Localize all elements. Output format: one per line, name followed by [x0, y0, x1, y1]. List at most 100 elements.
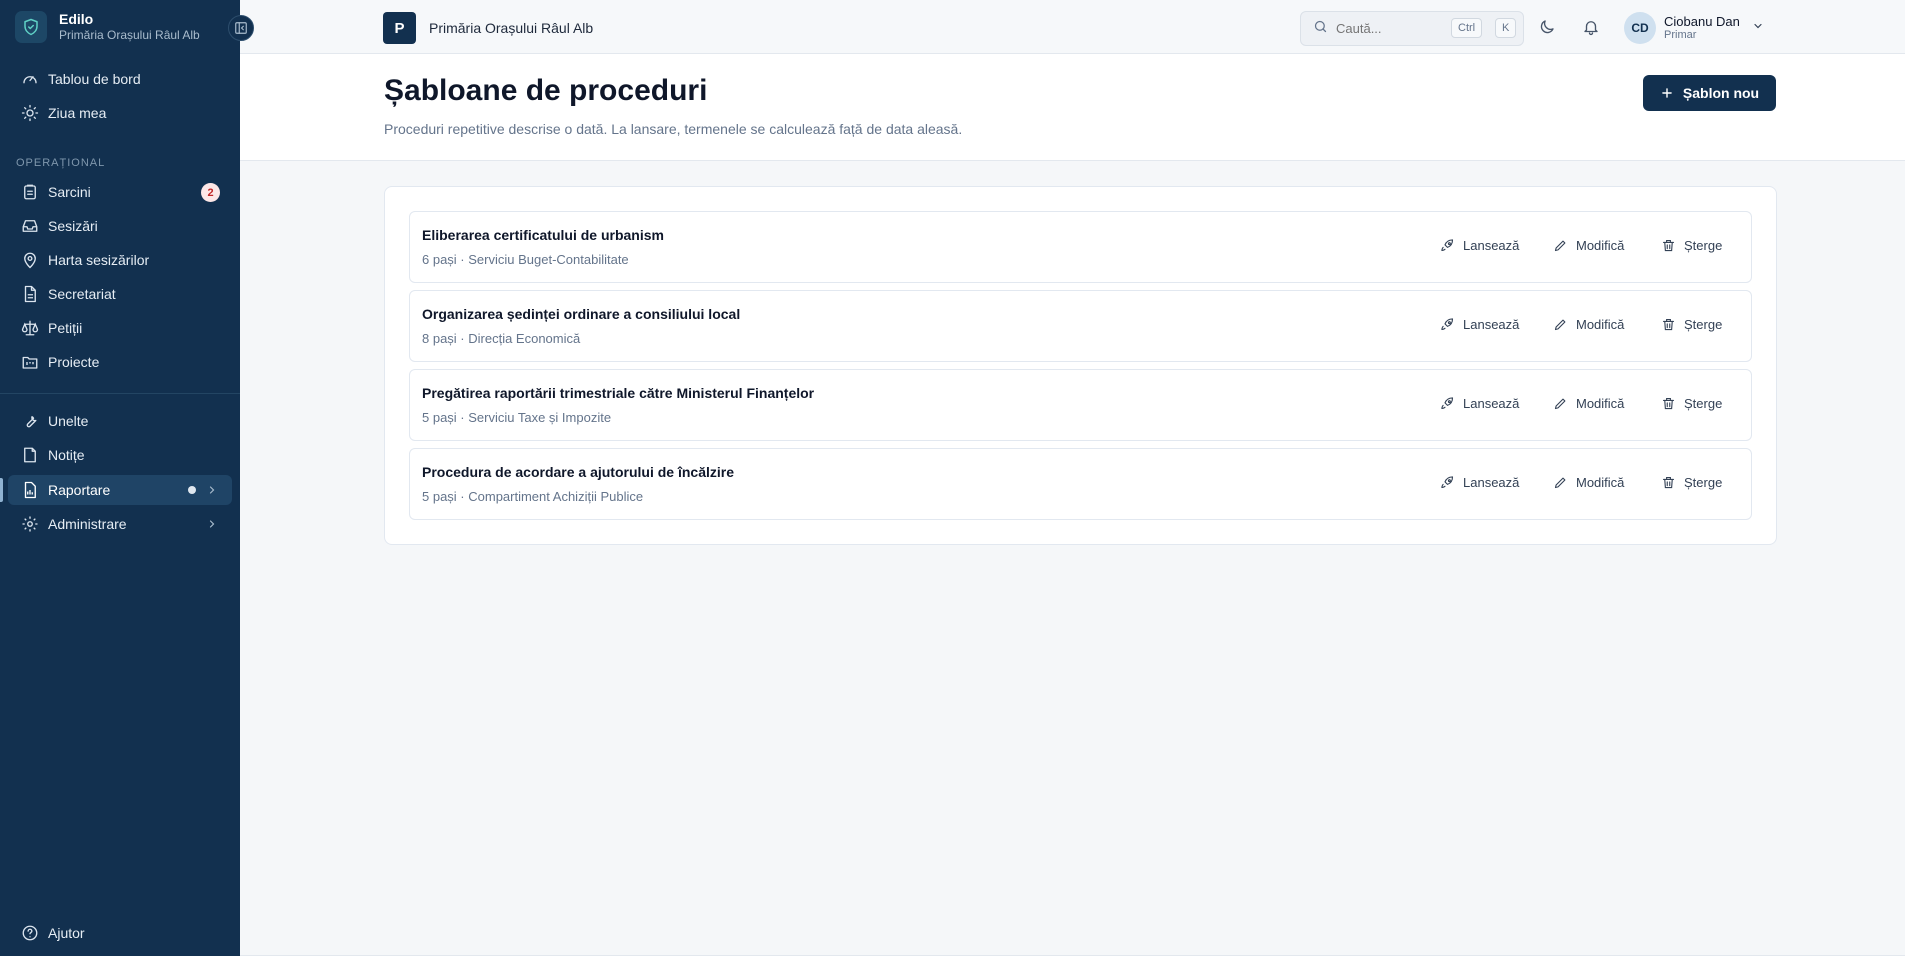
- list-item: Eliberarea certificatului de urbanism 6 …: [409, 211, 1752, 283]
- sidebar-item-reporting[interactable]: Raportare: [8, 475, 232, 505]
- delete-button[interactable]: Șterge: [1661, 396, 1722, 411]
- edit-label: Modifică: [1576, 475, 1625, 490]
- delete-button[interactable]: Șterge: [1661, 317, 1722, 332]
- file-text-icon: [21, 285, 39, 303]
- sidebar-divider: [0, 393, 240, 394]
- sidebar-item-projects[interactable]: Proiecte: [8, 347, 232, 377]
- chevron-right-icon: [206, 483, 218, 499]
- search-icon: [1313, 19, 1328, 39]
- edit-button[interactable]: Modifică: [1553, 475, 1624, 490]
- sidebar-item-label: Tablou de bord: [48, 71, 141, 87]
- sidebar-item-label: Ziua mea: [48, 105, 107, 121]
- rocket-icon: [1440, 396, 1455, 411]
- sidebar-item-administration[interactable]: Administrare: [8, 509, 232, 539]
- delete-button[interactable]: Șterge: [1661, 238, 1722, 253]
- sidebar-item-label: Raportare: [48, 482, 111, 498]
- panel-left-close-icon: [235, 22, 247, 34]
- page-title: Șabloane de proceduri: [384, 74, 708, 107]
- brand-subtitle: Primăria Orașului Râul Alb: [59, 28, 200, 42]
- sidebar-item-label: Unelte: [48, 413, 89, 429]
- rocket-icon: [1440, 238, 1455, 253]
- sidebar-item-secretariat[interactable]: Secretariat: [8, 279, 232, 309]
- sidebar-item-reports-map[interactable]: Harta sesizărilor: [8, 245, 232, 275]
- shortcut-key-ctrl: Ctrl: [1451, 18, 1483, 38]
- delete-button[interactable]: Șterge: [1661, 475, 1722, 490]
- template-title: Eliberarea certificatului de urbanism: [422, 227, 664, 243]
- clipboard-icon: [21, 183, 39, 201]
- sidebar-item-label: Proiecte: [48, 354, 100, 370]
- search-box[interactable]: Ctrl K: [1300, 11, 1524, 46]
- delete-label: Șterge: [1684, 396, 1723, 411]
- launch-label: Lansează: [1463, 396, 1520, 411]
- sidebar-item-label: Petiții: [48, 320, 83, 336]
- gear-icon: [21, 515, 39, 533]
- organization[interactable]: P Primăria Orașului Râul Alb: [383, 12, 593, 44]
- pencil-icon: [1553, 317, 1568, 332]
- tasks-count-badge: 2: [201, 183, 220, 202]
- search-input[interactable]: [1336, 21, 1436, 36]
- sidebar-item-notes[interactable]: Notițe: [8, 440, 232, 470]
- wrench-icon: [21, 412, 39, 430]
- sidebar-item-tools[interactable]: Unelte: [8, 406, 232, 436]
- trash-icon: [1661, 238, 1676, 253]
- status-dot: [188, 486, 196, 494]
- theme-toggle-button[interactable]: [1535, 15, 1559, 39]
- trash-icon: [1661, 396, 1676, 411]
- user-menu[interactable]: CD Ciobanu Dan Primar: [1624, 12, 1764, 44]
- trash-icon: [1661, 475, 1676, 490]
- org-logo: P: [383, 12, 416, 44]
- sidebar-item-label: Sarcini: [48, 184, 91, 200]
- list-item: Procedura de acordare a ajutorului de în…: [409, 448, 1752, 520]
- sidebar-item-reports-inbox[interactable]: Sesizări: [8, 211, 232, 241]
- sidebar-item-petitions[interactable]: Petiții: [8, 313, 232, 343]
- delete-label: Șterge: [1684, 238, 1723, 253]
- active-indicator: [0, 478, 3, 502]
- page-header: Șabloane de proceduri Proceduri repetiti…: [240, 54, 1905, 161]
- template-title: Organizarea ședinței ordinare a consiliu…: [422, 306, 741, 322]
- launch-button[interactable]: Lansează: [1440, 475, 1519, 490]
- template-meta: 5 pași · Compartiment Achiziții Publice: [422, 489, 644, 504]
- shortcut-key-k: K: [1495, 18, 1517, 38]
- sidebar-item-help[interactable]: Ajutor: [8, 918, 232, 948]
- sidebar-item-label: Notițe: [48, 447, 85, 463]
- chevron-down-icon: [1752, 19, 1764, 37]
- new-template-button[interactable]: Șablon nou: [1643, 75, 1776, 111]
- user-role: Primar: [1664, 29, 1697, 41]
- sidebar-item-my-day[interactable]: Ziua mea: [8, 98, 232, 128]
- collapse-sidebar-button[interactable]: [228, 15, 254, 41]
- edit-label: Modifică: [1576, 238, 1625, 253]
- template-meta: 6 pași · Serviciu Buget-Contabilitate: [422, 252, 629, 267]
- top-bar: P Primăria Orașului Râul Alb Ctrl K CD C…: [240, 0, 1905, 54]
- report-icon: [21, 481, 39, 499]
- brand[interactable]: Edilo Primăria Orașului Râul Alb: [15, 11, 200, 43]
- sidebar-item-dashboard[interactable]: Tablou de bord: [8, 64, 232, 94]
- launch-button[interactable]: Lansează: [1440, 238, 1519, 253]
- scale-icon: [21, 319, 39, 337]
- templates-card: Eliberarea certificatului de urbanism 6 …: [384, 186, 1777, 545]
- inbox-icon: [21, 217, 39, 235]
- new-template-label: Șablon nou: [1682, 85, 1760, 101]
- template-meta: 5 pași · Serviciu Taxe și Impozite: [422, 410, 612, 425]
- launch-button[interactable]: Lansează: [1440, 317, 1519, 332]
- edit-label: Modifică: [1576, 396, 1625, 411]
- main-content: Eliberarea certificatului de urbanism 6 …: [240, 161, 1905, 956]
- trash-icon: [1661, 317, 1676, 332]
- edit-button[interactable]: Modifică: [1553, 396, 1624, 411]
- plus-icon: [1660, 86, 1674, 100]
- sun-icon: [21, 104, 39, 122]
- brand-name: Edilo: [59, 11, 94, 27]
- sidebar-section-label: OPERAȚIONAL: [16, 157, 106, 169]
- rocket-icon: [1440, 475, 1455, 490]
- edit-button[interactable]: Modifică: [1553, 238, 1624, 253]
- sidebar-item-tasks[interactable]: Sarcini 2: [8, 177, 232, 207]
- template-title: Procedura de acordare a ajutorului de în…: [422, 464, 734, 480]
- template-title: Pregătirea raportării trimestriale către…: [422, 385, 815, 401]
- note-icon: [21, 446, 39, 464]
- edit-button[interactable]: Modifică: [1553, 317, 1624, 332]
- launch-button[interactable]: Lansează: [1440, 396, 1519, 411]
- page-description: Proceduri repetitive descrise o dată. La…: [384, 121, 963, 137]
- notifications-button[interactable]: [1579, 15, 1603, 39]
- list-item: Pregătirea raportării trimestriale către…: [409, 369, 1752, 441]
- help-circle-icon: [21, 924, 39, 942]
- launch-label: Lansează: [1463, 317, 1520, 332]
